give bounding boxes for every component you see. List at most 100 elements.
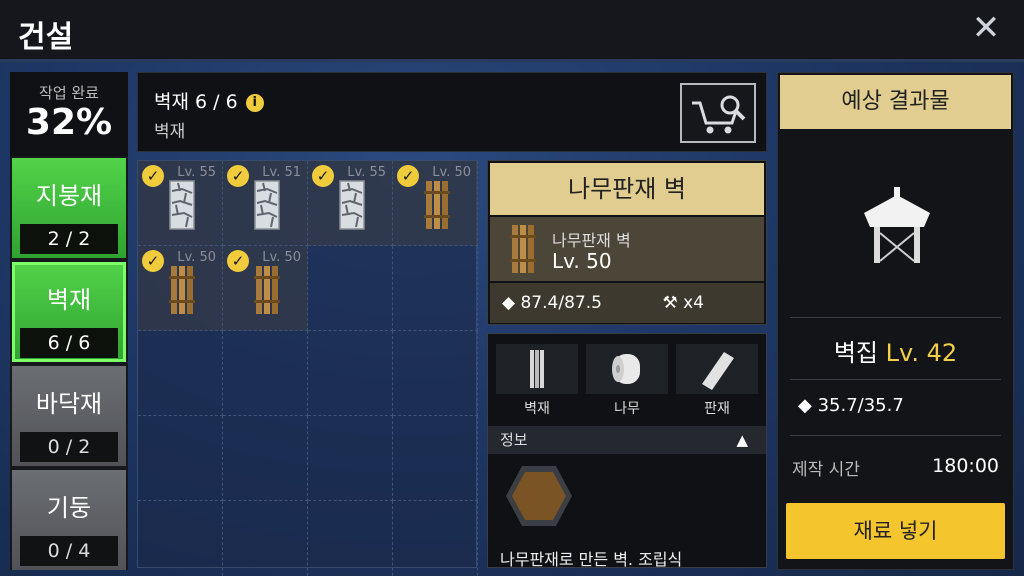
- wall-material-icon: [530, 350, 544, 388]
- grid-slot-empty: [223, 416, 308, 501]
- category-count: 0 / 2: [20, 432, 118, 462]
- item-level: Lv. 50: [177, 250, 216, 265]
- wood-wall-icon: [169, 266, 195, 314]
- category-wall[interactable]: 벽재 6 / 6: [12, 262, 126, 362]
- stone-wall-icon: [339, 180, 365, 230]
- shop-search-button[interactable]: [680, 83, 756, 143]
- material-wall[interactable]: [496, 344, 578, 394]
- collapse-arrow-icon: ▲: [736, 431, 748, 449]
- detail-title: 나무판재 벽: [490, 163, 764, 215]
- category-pillar[interactable]: 기둥 0 / 4: [12, 470, 126, 570]
- grid-slot-empty: [223, 331, 308, 416]
- page-title: 건설: [18, 20, 74, 55]
- grid-item[interactable]: ✓ Lv. 51: [223, 161, 308, 246]
- hammer-stat: ⚒ x4: [662, 293, 704, 313]
- time-value: 180:00: [932, 455, 999, 477]
- info-title-text: 벽재 6 / 6: [154, 91, 238, 113]
- category-label: 기둥: [46, 494, 92, 522]
- progress-value: 32%: [25, 102, 113, 143]
- hammer-icon: ⚒: [662, 293, 678, 313]
- grid-item[interactable]: ✓ Lv. 55: [308, 161, 393, 246]
- divider: [790, 317, 1001, 318]
- hexagon-icon: [506, 466, 572, 526]
- info-bar: 벽재 6 / 6 i 벽재: [137, 72, 767, 152]
- result-weight-value: 35.7/35.7: [817, 395, 904, 416]
- grid-slot-empty: [393, 501, 478, 576]
- progress-label: 작업 완료: [39, 84, 99, 102]
- check-icon: ✓: [227, 250, 249, 272]
- detail-stats: ◆ 87.4/87.5 ⚒ x4: [490, 283, 764, 323]
- grid-item[interactable]: ✓ Lv. 50: [393, 161, 478, 246]
- top-bar: 건설 ✕: [0, 0, 1024, 62]
- item-description: 나무판재로 만든 벽. 조립식: [500, 550, 683, 568]
- info-subtitle: 벽재: [154, 122, 186, 142]
- grid-slot-empty: [393, 331, 478, 416]
- info-section-label: 정보: [500, 431, 528, 449]
- grid-slot-empty: [308, 416, 393, 501]
- category-label: 벽재: [46, 286, 92, 314]
- result-panel: 예상 결과물 벽집 Lv. 42 ◆ 35.7/35.7 제작 시간 180:0…: [777, 72, 1014, 570]
- hammer-count: x4: [683, 293, 704, 313]
- divider: [790, 435, 1001, 436]
- result-name-text: 벽집: [833, 339, 878, 367]
- wood-wall-icon: [424, 181, 450, 229]
- weight-stat: ◆ 87.4/87.5: [502, 293, 602, 313]
- insert-materials-button[interactable]: 재료 넣기: [786, 503, 1005, 559]
- detail-body: 나무판재 벽 Lv. 50: [490, 217, 764, 281]
- cube-icon: ◆: [798, 395, 812, 416]
- grid-item[interactable]: ✓ Lv. 50: [223, 246, 308, 331]
- close-icon[interactable]: ✕: [968, 10, 1004, 46]
- grid-item[interactable]: ✓ Lv. 55: [138, 161, 223, 246]
- item-level: Lv. 50: [262, 250, 301, 265]
- weight-value: 87.4/87.5: [520, 293, 602, 313]
- cart-search-icon: [692, 95, 746, 134]
- category-roof[interactable]: 지붕재 2 / 2: [12, 158, 126, 258]
- result-header: 예상 결과물: [780, 75, 1011, 129]
- category-label: 지붕재: [35, 182, 103, 210]
- log-icon: [612, 354, 640, 384]
- grid-slot-empty: [308, 501, 393, 576]
- wood-wall-icon: [254, 266, 280, 314]
- progress-box: 작업 완료 32%: [10, 72, 128, 156]
- info-title: 벽재 6 / 6 i: [154, 87, 264, 114]
- materials-panel: 벽재 나무 판재 정보 ▲ 나무판재로 만든 벽. 조립식: [487, 333, 767, 568]
- grid-slot-empty: [138, 501, 223, 576]
- material-wood[interactable]: [586, 344, 668, 394]
- grid-slot-empty: [393, 246, 478, 331]
- category-count: 0 / 4: [20, 536, 118, 566]
- wood-wall-icon: [510, 225, 536, 273]
- check-icon: ✓: [142, 165, 164, 187]
- time-row: 제작 시간 180:00: [778, 445, 1013, 489]
- grid-item[interactable]: ✓ Lv. 50: [138, 246, 223, 331]
- check-icon: ✓: [312, 165, 334, 187]
- material-plank[interactable]: [676, 344, 758, 394]
- cube-icon: ◆: [502, 293, 516, 313]
- item-level: Lv. 55: [177, 165, 216, 180]
- grid-slot-empty: [138, 416, 223, 501]
- check-icon: ✓: [397, 165, 419, 187]
- detail-item-level: Lv. 50: [552, 249, 612, 273]
- info-toggle[interactable]: 정보 ▲: [488, 426, 766, 454]
- check-icon: ✓: [142, 250, 164, 272]
- stone-wall-icon: [169, 180, 195, 230]
- item-grid: ✓ Lv. 55 ✓ Lv. 51 ✓ Lv. 55 ✓ Lv. 50 ✓ Lv. 50 ✓ Lv. …: [137, 160, 478, 576]
- grid-slot-empty: [308, 331, 393, 416]
- item-detail: 나무판재 벽 나무판재 벽 Lv. 50 ◆ 87.4/87.5 ⚒ x4: [487, 160, 767, 325]
- plank-icon: [702, 352, 734, 390]
- result-level: Lv. 42: [885, 339, 958, 367]
- material-label: 나무: [614, 401, 640, 417]
- divider: [790, 379, 1001, 380]
- info-icon[interactable]: i: [245, 94, 264, 112]
- material-label: 판재: [704, 401, 730, 417]
- category-count: 6 / 6: [20, 328, 118, 358]
- detail-item-name: 나무판재 벽: [552, 231, 631, 250]
- result-name: 벽집 Lv. 42: [778, 333, 1013, 368]
- category-floor[interactable]: 바닥재 0 / 2: [12, 366, 126, 466]
- check-icon: ✓: [227, 165, 249, 187]
- grid-slot-empty: [138, 331, 223, 416]
- grid-slot-empty: [308, 246, 393, 331]
- category-sidebar: 작업 완료 32% 지붕재 2 / 2 벽재 6 / 6 바닥재 0 / 2 기…: [10, 72, 128, 570]
- result-weight: ◆ 35.7/35.7: [798, 395, 904, 416]
- time-label: 제작 시간: [792, 460, 860, 480]
- grid-slot-empty: [223, 501, 308, 576]
